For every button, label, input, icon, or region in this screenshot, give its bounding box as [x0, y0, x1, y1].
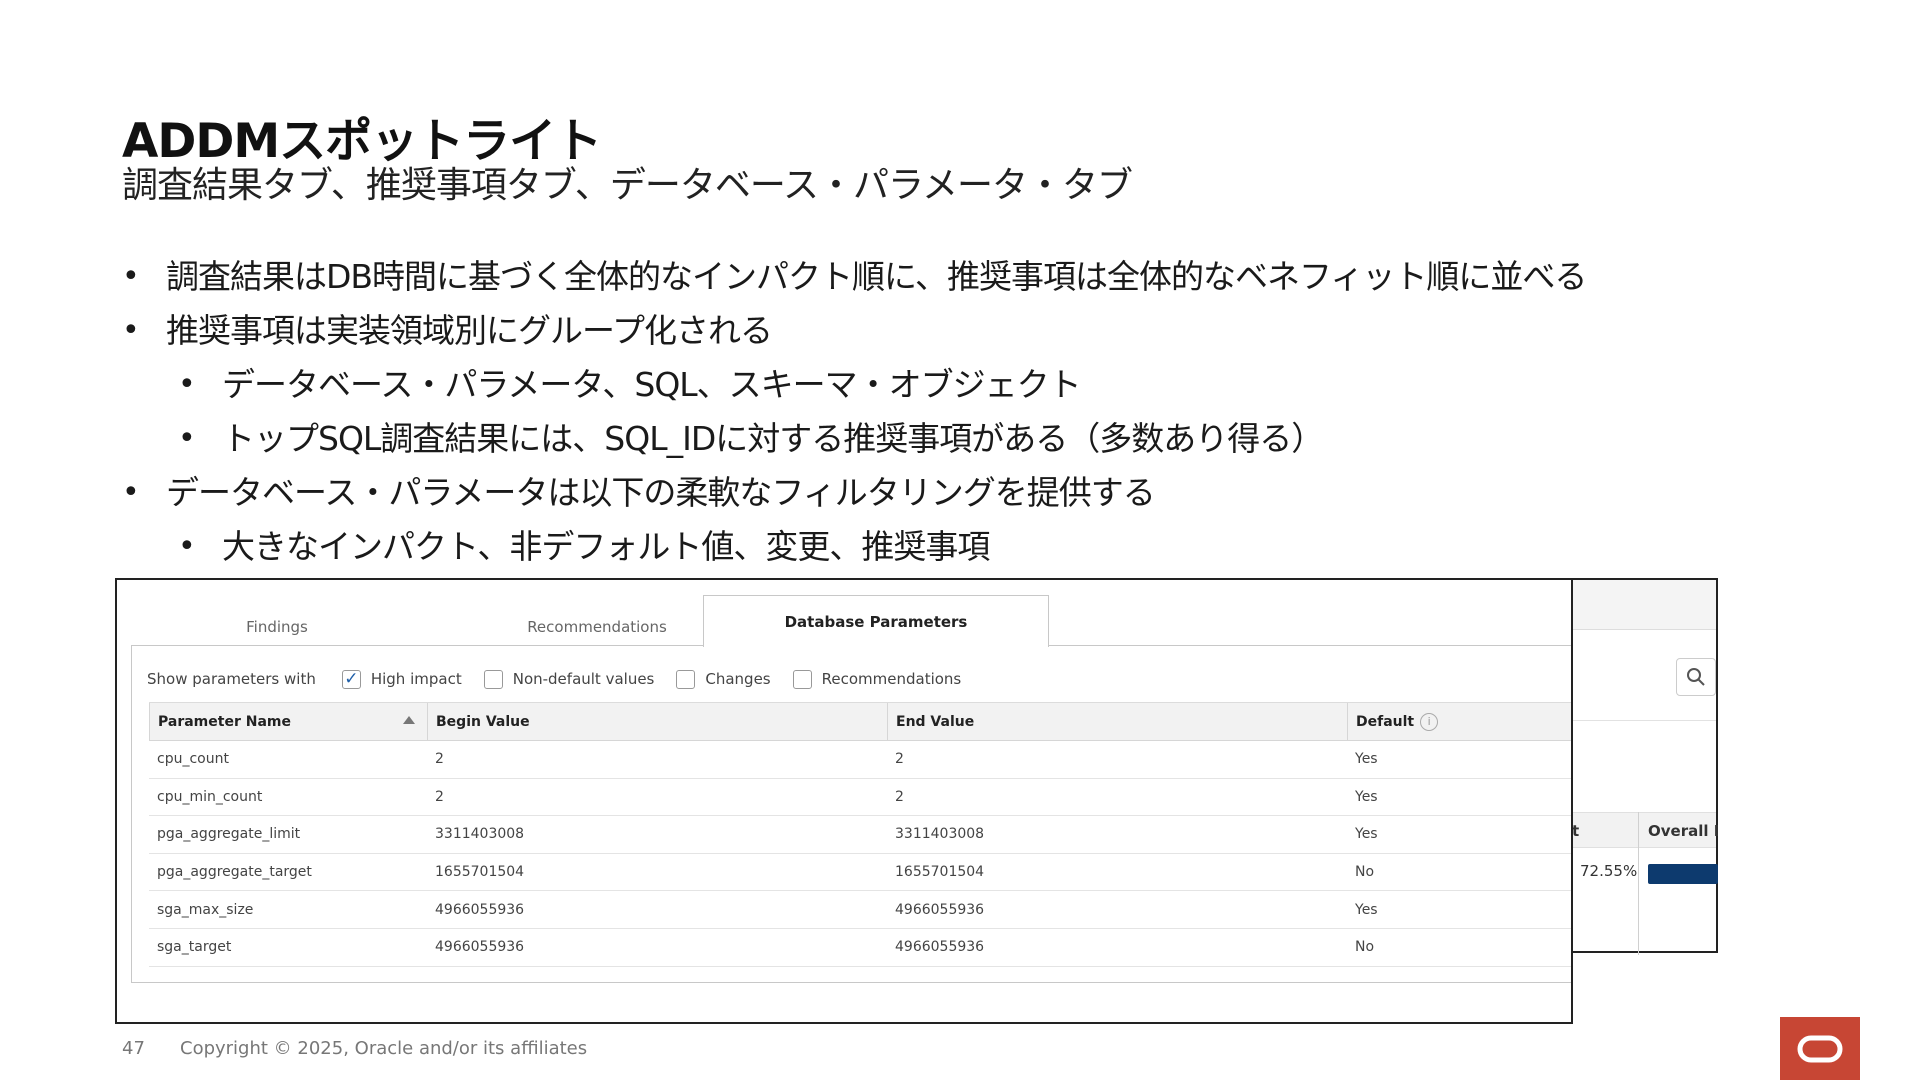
oracle-logo-icon: [1797, 1035, 1843, 1062]
bg-column-separator: [1638, 812, 1639, 955]
oracle-logo: [1780, 1017, 1860, 1080]
cell-default: Yes: [1355, 901, 1378, 918]
cell-parameter-name: sga_max_size: [157, 901, 254, 918]
cell-end-value: 3311403008: [895, 826, 985, 843]
cell-begin-value: 4966055936: [435, 939, 525, 956]
sub-bullet-item: • データベース・パラメータ、SQL、スキーマ・オブジェクト: [178, 358, 1722, 412]
bullet-list: • 調査結果はDB時間に基づく全体的なインパクト順に、推奨事項は全体的なベネフィッ…: [122, 250, 1722, 574]
checkbox-label: Recommendations: [821, 670, 962, 688]
parameters-panel: Show parameters with ✓ High impact Non-de…: [131, 645, 1571, 983]
cell-default: Yes: [1355, 826, 1378, 843]
bullet-text: データベース・パラメータ、SQL、スキーマ・オブジェクト: [222, 365, 1082, 404]
sort-ascending-icon[interactable]: [403, 716, 415, 724]
sub-bullet-item: • トップSQL調査結果には、SQL_IDに対する推奨事項がある（多数あり得る）: [178, 412, 1722, 466]
database-parameters-screenshot: Findings Recommendations Database Parame…: [115, 578, 1573, 1024]
bullet-text: 調査結果はDB時間に基づく全体的なインパクト順に、推奨事項は全体的なベネフィット…: [166, 257, 1587, 296]
table-row[interactable]: sga_max_size 4966055936 4966055936 Yes: [149, 891, 1571, 929]
bullet-text: トップSQL調査結果には、SQL_IDに対する推奨事項がある（多数あり得る）: [222, 419, 1324, 458]
cell-parameter-name: pga_aggregate_target: [157, 864, 312, 881]
checkbox-box: [792, 669, 812, 689]
slide-subtitle: 調査結果タブ、推奨事項タブ、データベース・パラメータ・タブ: [122, 165, 1133, 206]
cell-end-value: 4966055936: [895, 939, 985, 956]
column-header-parameter-name[interactable]: Parameter Name: [149, 703, 427, 740]
bullet-dot: •: [178, 529, 196, 564]
tab-recommendations[interactable]: Recommendations: [447, 608, 747, 646]
bullet-dot: •: [178, 421, 196, 456]
bg-header-overall: Overall Be: [1648, 822, 1718, 840]
checkbox-box: [483, 669, 503, 689]
bullet-text: 大きなインパクト、非デフォルト値、変更、推奨事項: [222, 527, 990, 566]
copyright-text: Copyright © 2025, Oracle and/or its affi…: [180, 1038, 588, 1059]
table-header-row: Parameter Name Begin Value End Value Def…: [149, 703, 1571, 741]
cell-default: No: [1355, 864, 1375, 881]
non-default-values-checkbox[interactable]: Non-default values: [483, 669, 655, 689]
table-row[interactable]: sga_target 4966055936 4966055936 No: [149, 929, 1571, 967]
checkbox-label: High impact: [370, 670, 462, 688]
header-label: Begin Value: [436, 713, 530, 730]
checkbox-box: [676, 669, 696, 689]
column-header-default[interactable]: Default i: [1347, 703, 1571, 740]
bullet-item: • 推奨事項は実装領域別にグループ化される: [122, 304, 1722, 358]
cell-default: Yes: [1355, 788, 1378, 805]
changes-checkbox[interactable]: Changes: [676, 669, 771, 689]
cell-begin-value: 2: [435, 751, 444, 768]
checkmark-icon: ✓: [341, 669, 361, 689]
page-number: 47: [122, 1038, 145, 1059]
cell-begin-value: 3311403008: [435, 826, 525, 843]
cell-default: Yes: [1355, 751, 1378, 768]
high-impact-checkbox[interactable]: ✓ High impact: [341, 669, 462, 689]
sub-bullet-item: • 大きなインパクト、非デフォルト値、変更、推奨事項: [178, 520, 1722, 574]
bullet-dot: •: [122, 475, 140, 510]
table-row[interactable]: pga_aggregate_target 1655701504 16557015…: [149, 854, 1571, 892]
bullet-item: • 調査結果はDB時間に基づく全体的なインパクト順に、推奨事項は全体的なベネフィッ…: [122, 250, 1722, 304]
cell-end-value: 1655701504: [895, 864, 985, 881]
recommendations-checkbox[interactable]: Recommendations: [792, 669, 962, 689]
table-row[interactable]: cpu_count 2 2 Yes: [149, 741, 1571, 779]
cell-parameter-name: cpu_count: [157, 751, 229, 768]
tab-database-parameters[interactable]: Database Parameters: [703, 595, 1049, 647]
column-header-begin-value[interactable]: Begin Value: [427, 703, 887, 740]
cell-begin-value: 4966055936: [435, 901, 525, 918]
bg-percent-value: 72.55%: [1580, 862, 1638, 880]
cell-parameter-name: pga_aggregate_limit: [157, 826, 301, 843]
bullet-dot: •: [122, 313, 140, 348]
tab-bar: Findings Recommendations Database Parame…: [117, 580, 1571, 647]
info-icon[interactable]: i: [1420, 712, 1439, 731]
table-row[interactable]: cpu_min_count 2 2 Yes: [149, 779, 1571, 817]
cell-begin-value: 1655701504: [435, 864, 525, 881]
cell-parameter-name: cpu_min_count: [157, 788, 263, 805]
column-header-end-value[interactable]: End Value: [887, 703, 1347, 740]
filter-bar: Show parameters with ✓ High impact Non-de…: [147, 666, 983, 692]
cell-end-value: 4966055936: [895, 901, 985, 918]
filter-label: Show parameters with: [147, 670, 316, 688]
header-label: Default: [1356, 713, 1415, 730]
bg-header-partial: t: [1572, 822, 1580, 840]
bullet-text: データベース・パラメータは以下の柔軟なフィルタリングを提供する: [166, 473, 1156, 512]
cell-end-value: 2: [895, 751, 904, 768]
table-row[interactable]: pga_aggregate_limit 3311403008 331140300…: [149, 816, 1571, 854]
bullet-dot: •: [178, 367, 196, 402]
bg-benefit-bar: [1648, 864, 1718, 884]
search-icon: [1687, 668, 1705, 686]
search-button[interactable]: [1676, 658, 1716, 696]
checkbox-label: Changes: [705, 670, 771, 688]
parameters-table: Parameter Name Begin Value End Value Def…: [149, 702, 1571, 967]
header-label: End Value: [896, 713, 975, 730]
cell-begin-value: 2: [435, 788, 444, 805]
bullet-dot: •: [122, 259, 140, 294]
header-label: Parameter Name: [158, 713, 291, 730]
checkbox-label: Non-default values: [512, 670, 655, 688]
tab-findings[interactable]: Findings: [177, 608, 377, 646]
cell-parameter-name: sga_target: [157, 939, 232, 956]
cell-default: No: [1355, 939, 1375, 956]
bullet-text: 推奨事項は実装領域別にグループ化される: [166, 311, 773, 350]
bullet-item: • データベース・パラメータは以下の柔軟なフィルタリングを提供する: [122, 466, 1722, 520]
cell-end-value: 2: [895, 788, 904, 805]
